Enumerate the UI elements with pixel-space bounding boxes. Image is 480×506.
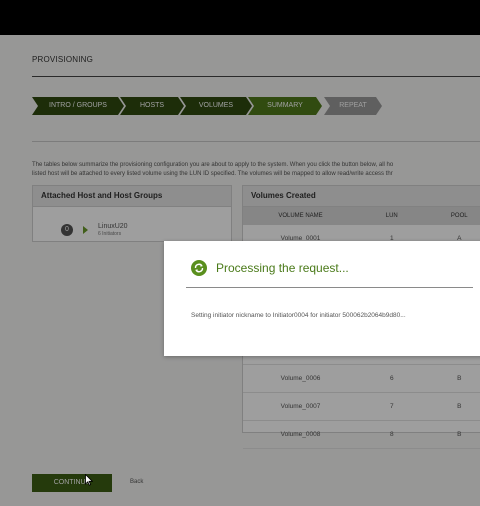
dialog-message: Setting initiator nickname to Initiator0… xyxy=(191,312,406,319)
processing-dialog: Processing the request... Setting initia… xyxy=(164,241,480,356)
dialog-title: Processing the request... xyxy=(216,261,349,275)
pointer-cursor-icon xyxy=(85,474,93,486)
dialog-divider xyxy=(186,287,473,288)
refresh-icon xyxy=(191,260,207,276)
